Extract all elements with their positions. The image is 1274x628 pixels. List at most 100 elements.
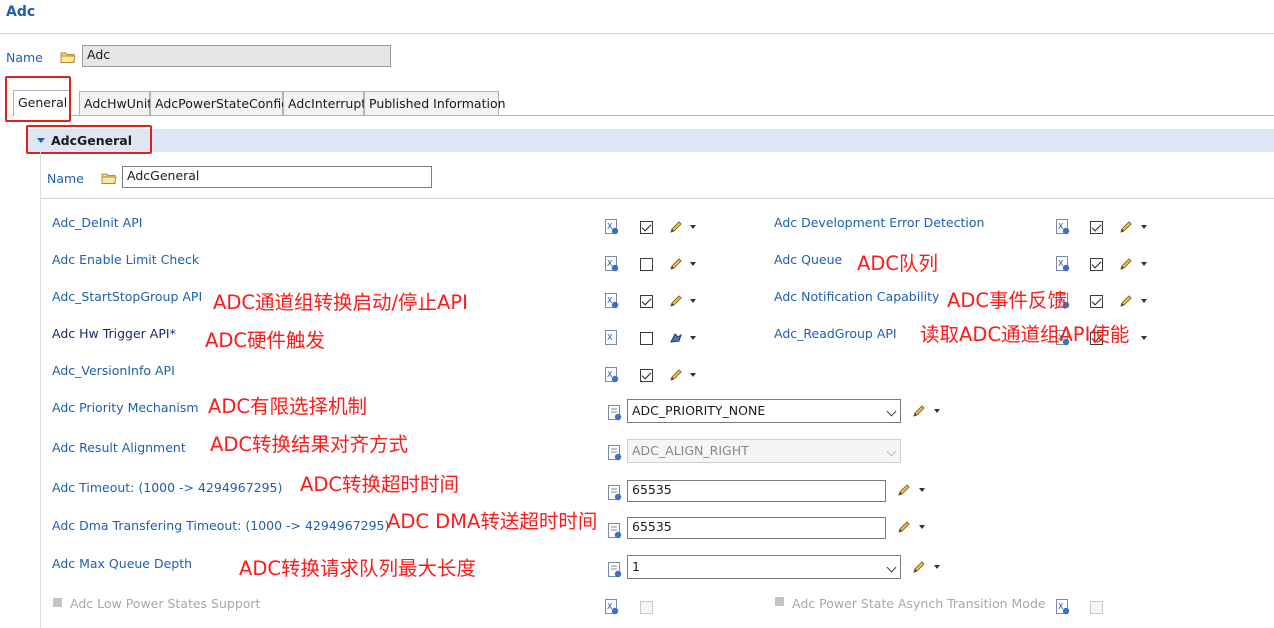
dropdown-arrow-icon[interactable] [1141,262,1147,266]
param-readgroup-label[interactable]: Adc_ReadGroup API [774,326,897,341]
annotation-queue: ADC队列 [857,252,938,275]
chevron-down-icon [886,562,897,573]
param-notif-label[interactable]: Adc Notification Capability [774,289,939,304]
param-hw-trigger-checkbox[interactable] [640,332,653,345]
xml-doc-icon: X [1056,219,1070,238]
tab-published-information[interactable]: Published Information [364,91,506,115]
annotation-startstop: ADC通道组转换启动/停止API [213,291,468,314]
pencil-icon[interactable] [668,219,684,238]
section-name-field[interactable]: AdcGeneral [122,166,432,188]
annotation-hw-trigger: ADC硬件触发 [205,329,325,352]
pencil-icon[interactable] [911,559,927,578]
param-timeout-label[interactable]: Adc Timeout: (1000 -> 4294967295) [52,480,282,495]
dropdown-arrow-icon[interactable] [690,262,696,266]
xml-doc-icon: X [605,293,619,312]
param-low-power-checkbox [640,601,653,614]
param-dev-error-label[interactable]: Adc Development Error Detection [774,215,984,230]
annotation-max-queue: ADC转换请求队列最大长度 [239,557,476,580]
dropdown-arrow-icon[interactable] [1141,336,1147,340]
tab-strip-line [12,115,1274,116]
section-bar [27,129,1274,152]
param-hw-trigger-label[interactable]: Adc Hw Trigger API* [52,326,176,341]
dropdown-arrow-icon[interactable] [919,488,925,492]
xml-doc-icon: X [605,219,619,238]
annotation-priority: ADC有限选择机制 [208,395,367,418]
param-queue-label[interactable]: Adc Queue [774,252,842,267]
pencil-icon[interactable] [911,403,927,422]
param-priority-label[interactable]: Adc Priority Mechanism [52,400,199,415]
param-priority-select[interactable]: ADC_PRIORITY_NONE [627,399,901,423]
param-dma-timeout-input[interactable]: 65535 [627,517,886,539]
header-divider [0,33,1274,34]
highlight-box-adcgeneral [26,125,152,154]
param-power-async-checkbox [1090,601,1103,614]
xml-doc-icon: X [605,256,619,275]
param-notif-checkbox[interactable] [1090,295,1103,308]
tab-adcpowerstateconfig[interactable]: AdcPowerStateConfig [150,91,289,115]
param-limit-check-label[interactable]: Adc Enable Limit Check [52,252,199,267]
dropdown-arrow-icon[interactable] [690,373,696,377]
param-dma-timeout-label[interactable]: Adc Dma Transfering Timeout: (1000 -> 42… [52,518,389,533]
chevron-down-icon [886,446,897,457]
doc-icon [608,405,622,424]
param-max-queue-label[interactable]: Adc Max Queue Depth [52,556,192,571]
dropdown-arrow-icon[interactable] [690,299,696,303]
pencil-icon[interactable] [1118,293,1134,312]
dropdown-arrow-icon[interactable] [690,225,696,229]
dropdown-arrow-icon[interactable] [690,336,696,340]
section-name-label: Name [47,171,84,186]
param-alignment-value: ADC_ALIGN_RIGHT [632,443,749,458]
name-field[interactable]: Adc [82,45,391,67]
param-power-async-label: Adc Power State Asynch Transition Mode [792,596,1046,611]
param-timeout-input[interactable]: 65535 [627,480,886,502]
param-low-power-label: Adc Low Power States Support [70,596,261,611]
annotation-notif: ADC事件反馈 [947,289,1067,312]
pencil-icon[interactable] [668,367,684,386]
param-startstop-checkbox[interactable] [640,295,653,308]
param-priority-value: ADC_PRIORITY_NONE [632,403,766,418]
dropdown-arrow-icon[interactable] [934,565,940,569]
param-versioninfo-checkbox[interactable] [640,369,653,382]
folder-icon [60,50,76,64]
param-deinit-label[interactable]: Adc_DeInit API [52,215,142,230]
xml-doc-icon: X [605,367,619,386]
link-arrow-icon[interactable] [668,330,684,349]
param-startstop-label[interactable]: Adc_StartStopGroup API [52,289,202,304]
pencil-icon[interactable] [1118,256,1134,275]
param-deinit-checkbox[interactable] [640,221,653,234]
doc-icon [608,485,622,504]
tab-published-information-label: Published Information [369,96,506,111]
section-divider [41,198,1274,199]
pencil-icon[interactable] [896,482,912,501]
param-queue-checkbox[interactable] [1090,258,1103,271]
doc-icon [608,523,622,542]
dropdown-arrow-icon[interactable] [1141,299,1147,303]
disabled-square-icon [53,598,62,607]
pencil-icon[interactable] [668,256,684,275]
param-alignment-select: ADC_ALIGN_RIGHT [627,439,901,463]
tab-adchwunit[interactable]: AdcHwUnit [79,91,153,115]
dropdown-arrow-icon[interactable] [934,409,940,413]
param-max-queue-value: 1 [632,559,640,574]
disabled-square-icon [775,597,784,606]
pencil-icon[interactable] [668,293,684,312]
dropdown-arrow-icon[interactable] [919,525,925,529]
pencil-icon[interactable] [896,519,912,538]
param-max-queue-select[interactable]: 1 [627,555,901,579]
tab-adchwunit-label: AdcHwUnit [84,96,153,111]
annotation-readgroup: 读取ADC通道组API使能 [920,323,1130,346]
annotation-alignment: ADC转换结果对齐方式 [210,433,408,456]
tab-adcpowerstateconfig-label: AdcPowerStateConfig [155,96,290,111]
svg-text:X: X [607,333,613,342]
param-limit-check-checkbox[interactable] [640,258,653,271]
dropdown-arrow-icon[interactable] [1141,225,1147,229]
tab-adcinterrupt[interactable]: AdcInterrupt [283,91,367,115]
param-versioninfo-label[interactable]: Adc_VersionInfo API [52,363,175,378]
tab-adcinterrupt-label: AdcInterrupt [288,96,367,111]
name-label: Name [6,50,43,65]
xml-doc-icon: X [1056,256,1070,275]
param-dev-error-checkbox[interactable] [1090,221,1103,234]
pencil-icon[interactable] [1118,219,1134,238]
param-alignment-label[interactable]: Adc Result Alignment [52,440,186,455]
doc-icon [608,445,622,464]
